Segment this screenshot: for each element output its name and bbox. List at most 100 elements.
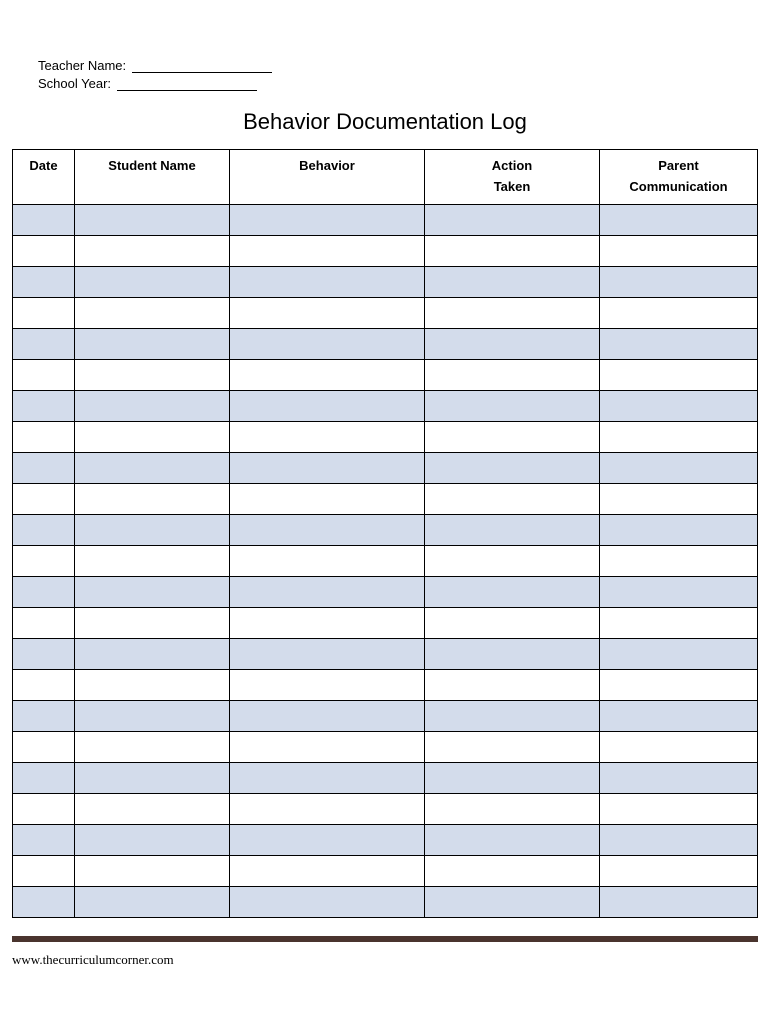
table-cell[interactable]	[13, 545, 75, 576]
table-cell[interactable]	[75, 545, 230, 576]
table-cell[interactable]	[75, 390, 230, 421]
table-cell[interactable]	[425, 266, 600, 297]
table-cell[interactable]	[600, 359, 758, 390]
table-cell[interactable]	[425, 607, 600, 638]
table-cell[interactable]	[425, 483, 600, 514]
table-cell[interactable]	[230, 793, 425, 824]
table-cell[interactable]	[13, 390, 75, 421]
table-cell[interactable]	[13, 886, 75, 917]
table-cell[interactable]	[600, 266, 758, 297]
table-cell[interactable]	[13, 731, 75, 762]
table-cell[interactable]	[425, 700, 600, 731]
table-cell[interactable]	[425, 638, 600, 669]
table-cell[interactable]	[75, 235, 230, 266]
table-cell[interactable]	[425, 762, 600, 793]
table-cell[interactable]	[425, 452, 600, 483]
table-cell[interactable]	[75, 793, 230, 824]
table-cell[interactable]	[75, 855, 230, 886]
table-cell[interactable]	[425, 328, 600, 359]
table-cell[interactable]	[600, 793, 758, 824]
table-cell[interactable]	[425, 886, 600, 917]
table-cell[interactable]	[600, 204, 758, 235]
table-cell[interactable]	[13, 359, 75, 390]
table-cell[interactable]	[75, 886, 230, 917]
table-cell[interactable]	[230, 359, 425, 390]
table-cell[interactable]	[600, 452, 758, 483]
table-cell[interactable]	[13, 638, 75, 669]
table-cell[interactable]	[600, 607, 758, 638]
table-cell[interactable]	[230, 297, 425, 328]
teacher-name-blank[interactable]	[132, 72, 272, 73]
table-cell[interactable]	[600, 328, 758, 359]
table-cell[interactable]	[230, 235, 425, 266]
table-cell[interactable]	[75, 359, 230, 390]
table-cell[interactable]	[13, 576, 75, 607]
table-cell[interactable]	[600, 855, 758, 886]
table-cell[interactable]	[425, 204, 600, 235]
table-cell[interactable]	[75, 669, 230, 700]
table-cell[interactable]	[600, 669, 758, 700]
table-cell[interactable]	[230, 607, 425, 638]
table-cell[interactable]	[425, 514, 600, 545]
table-cell[interactable]	[75, 700, 230, 731]
table-cell[interactable]	[425, 359, 600, 390]
table-cell[interactable]	[230, 576, 425, 607]
table-cell[interactable]	[75, 514, 230, 545]
table-cell[interactable]	[75, 483, 230, 514]
table-cell[interactable]	[230, 266, 425, 297]
table-cell[interactable]	[600, 235, 758, 266]
table-cell[interactable]	[75, 328, 230, 359]
table-cell[interactable]	[600, 297, 758, 328]
table-cell[interactable]	[600, 421, 758, 452]
table-cell[interactable]	[13, 514, 75, 545]
table-cell[interactable]	[230, 452, 425, 483]
table-cell[interactable]	[13, 421, 75, 452]
table-cell[interactable]	[425, 545, 600, 576]
table-cell[interactable]	[600, 483, 758, 514]
table-cell[interactable]	[425, 855, 600, 886]
table-cell[interactable]	[13, 235, 75, 266]
table-cell[interactable]	[600, 545, 758, 576]
school-year-blank[interactable]	[117, 90, 257, 91]
table-cell[interactable]	[13, 762, 75, 793]
table-cell[interactable]	[230, 731, 425, 762]
table-cell[interactable]	[13, 700, 75, 731]
table-cell[interactable]	[600, 638, 758, 669]
table-cell[interactable]	[230, 855, 425, 886]
table-cell[interactable]	[75, 421, 230, 452]
table-cell[interactable]	[230, 762, 425, 793]
table-cell[interactable]	[13, 669, 75, 700]
table-cell[interactable]	[75, 266, 230, 297]
table-cell[interactable]	[75, 452, 230, 483]
table-cell[interactable]	[425, 669, 600, 700]
table-cell[interactable]	[230, 514, 425, 545]
table-cell[interactable]	[13, 266, 75, 297]
table-cell[interactable]	[75, 607, 230, 638]
table-cell[interactable]	[75, 824, 230, 855]
table-cell[interactable]	[600, 700, 758, 731]
table-cell[interactable]	[600, 576, 758, 607]
table-cell[interactable]	[75, 638, 230, 669]
table-cell[interactable]	[13, 793, 75, 824]
table-cell[interactable]	[600, 390, 758, 421]
table-cell[interactable]	[13, 204, 75, 235]
table-cell[interactable]	[425, 576, 600, 607]
table-cell[interactable]	[425, 297, 600, 328]
table-cell[interactable]	[425, 793, 600, 824]
table-cell[interactable]	[600, 731, 758, 762]
table-cell[interactable]	[75, 762, 230, 793]
table-cell[interactable]	[425, 824, 600, 855]
table-cell[interactable]	[13, 297, 75, 328]
table-cell[interactable]	[230, 328, 425, 359]
table-cell[interactable]	[600, 514, 758, 545]
table-cell[interactable]	[600, 762, 758, 793]
table-cell[interactable]	[75, 731, 230, 762]
table-cell[interactable]	[230, 421, 425, 452]
table-cell[interactable]	[13, 824, 75, 855]
table-cell[interactable]	[13, 483, 75, 514]
table-cell[interactable]	[230, 483, 425, 514]
table-cell[interactable]	[230, 700, 425, 731]
table-cell[interactable]	[230, 545, 425, 576]
table-cell[interactable]	[230, 824, 425, 855]
table-cell[interactable]	[13, 328, 75, 359]
